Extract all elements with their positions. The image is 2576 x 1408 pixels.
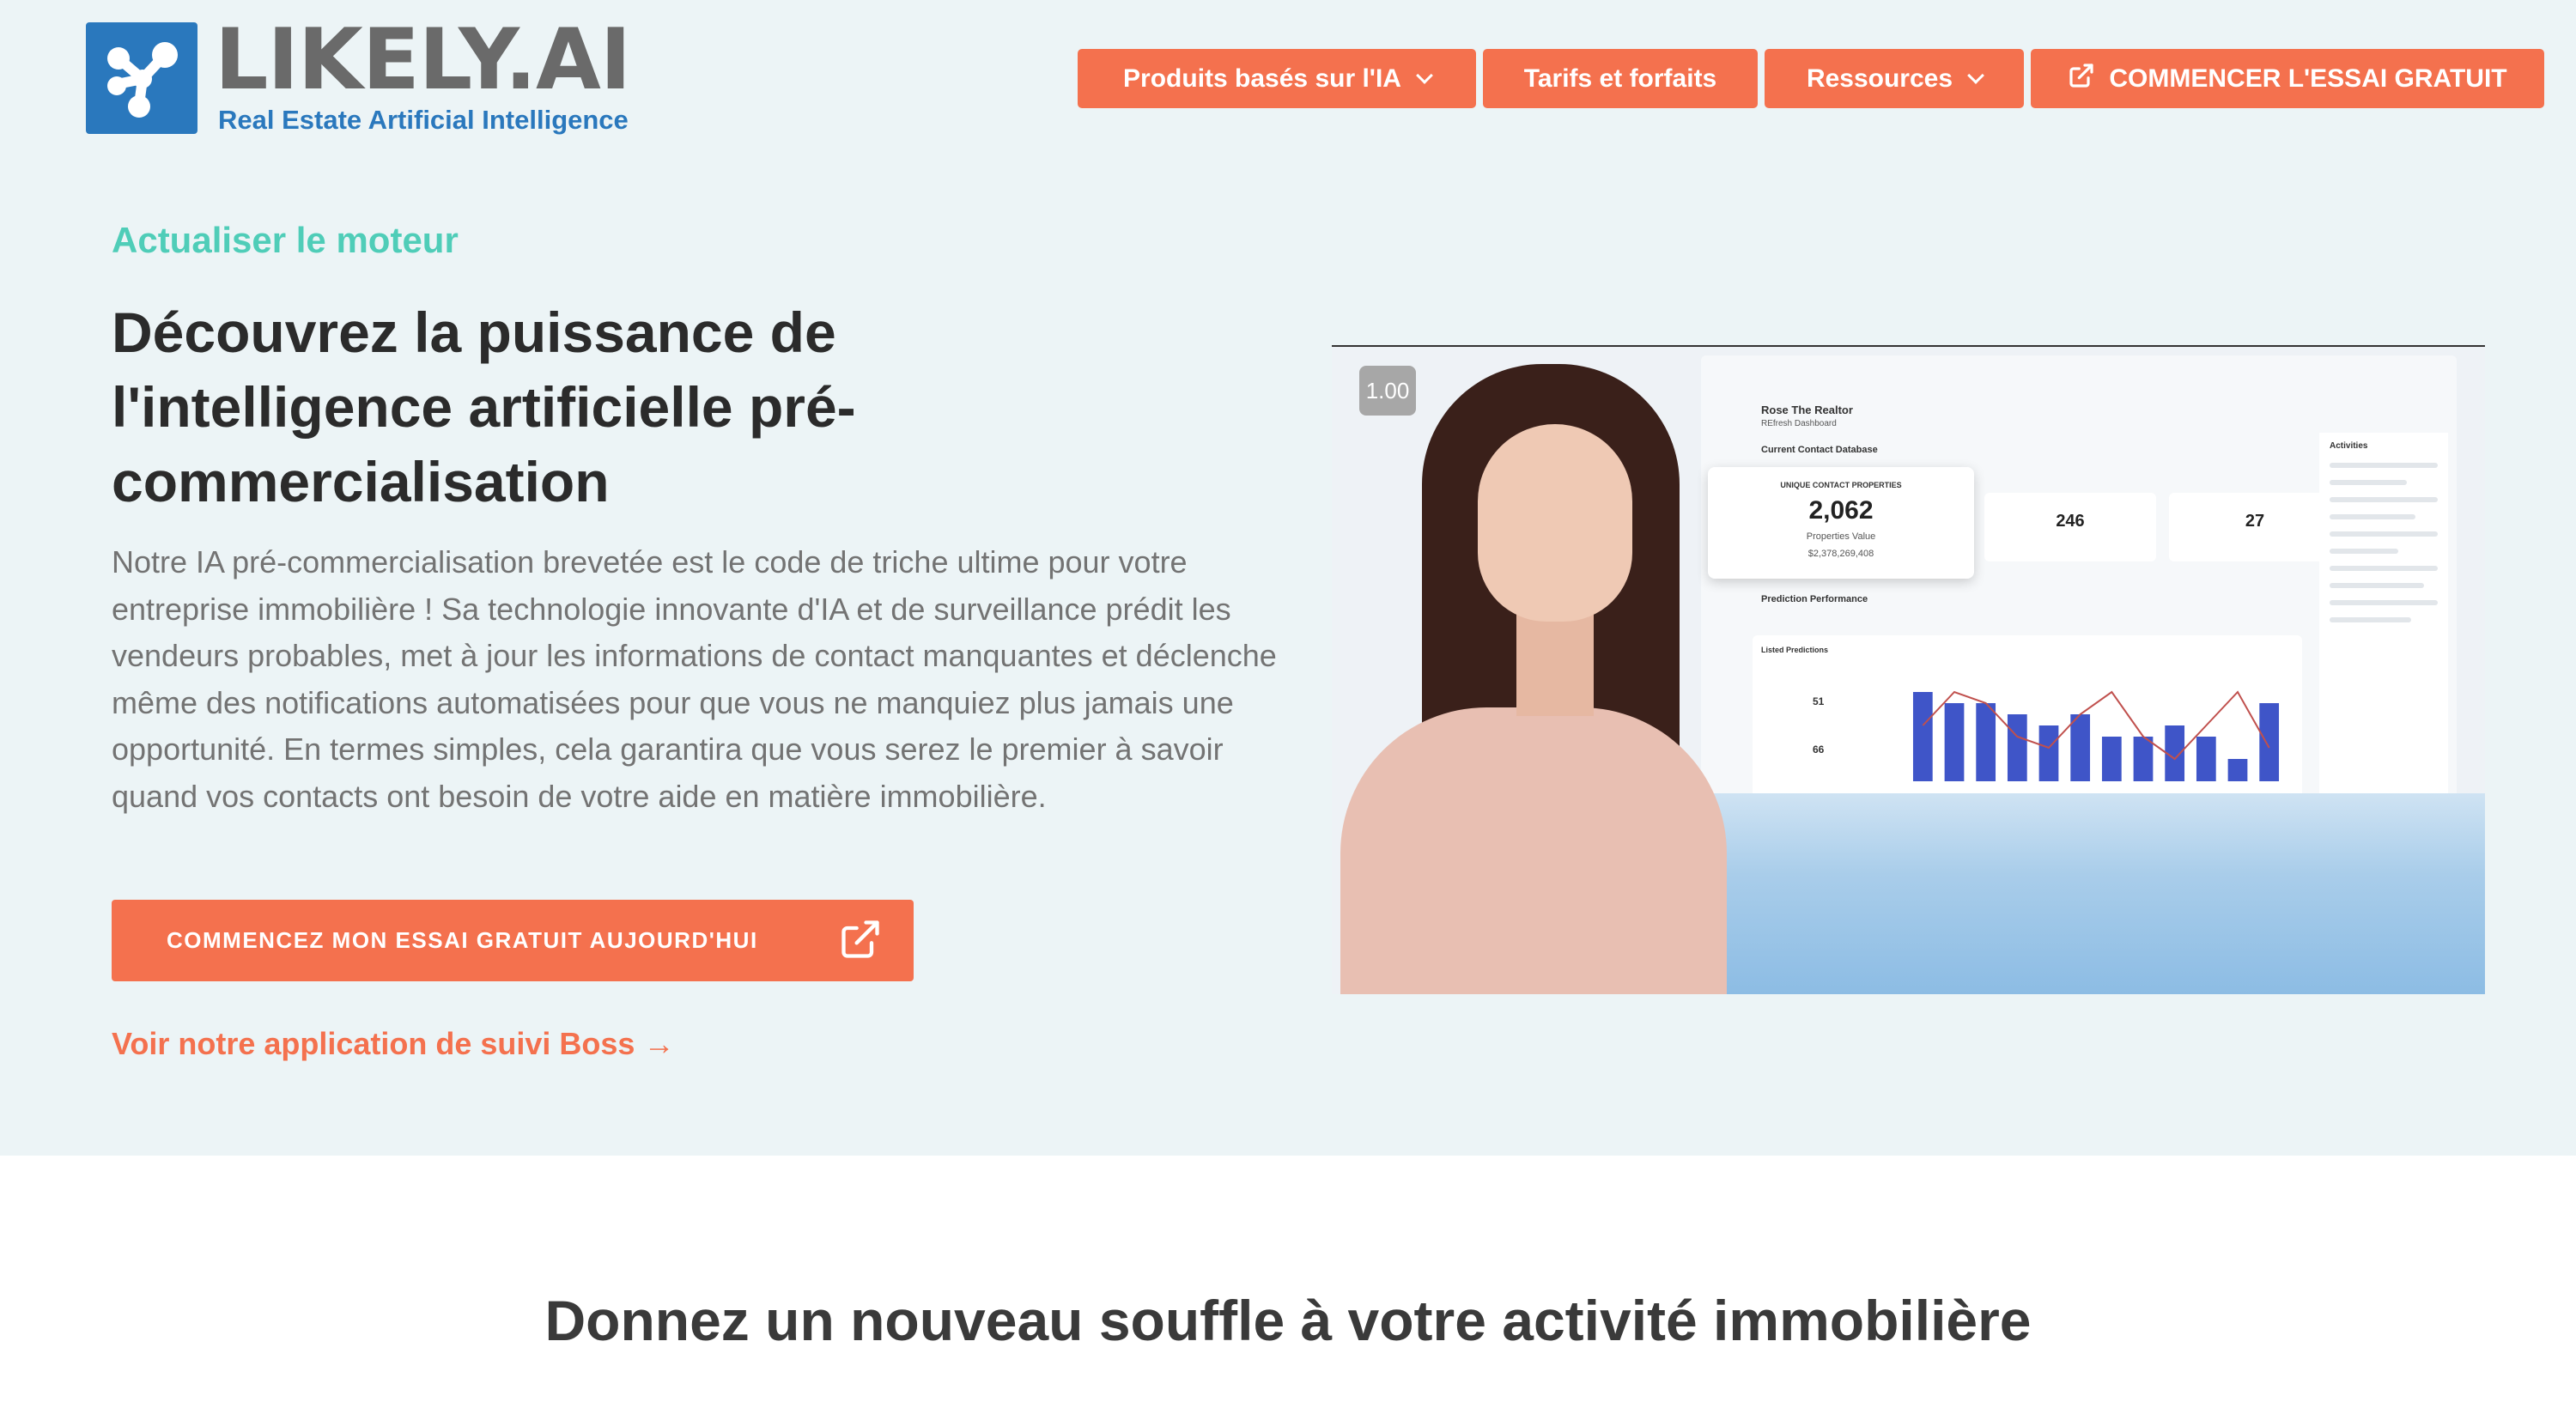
activity-line: [2330, 463, 2438, 468]
start-free-trial-button[interactable]: COMMENCEZ MON ESSAI GRATUIT AUJOURD'HUI: [112, 900, 914, 981]
activity-line: [2330, 583, 2424, 588]
hero-section: LIKELY.AI Real Estate Artificial Intelli…: [0, 0, 2576, 1156]
nav-ai-products-label: Produits basés sur l'IA: [1123, 64, 1401, 93]
nav-resources-label: Ressources: [1806, 64, 1953, 93]
activity-line: [2330, 600, 2438, 605]
listed-predictions-label: Listed Predictions: [1761, 646, 1829, 654]
prediction-performance-label: Prediction Performance: [1761, 594, 1868, 604]
presenter-face: [1478, 424, 1632, 622]
activity-line: [2330, 514, 2415, 519]
chart-bar: [2227, 759, 2248, 781]
molecule-logo-icon: [86, 22, 197, 134]
kpi-sub-label: Properties Value: [1806, 531, 1876, 542]
external-link-icon: [838, 917, 883, 962]
hero-description: Notre IA pré-commercialisation brevetée …: [112, 544, 1277, 814]
chart-bar: [2101, 737, 2122, 781]
start-free-trial-label: COMMENCEZ MON ESSAI GRATUIT AUJOURD'HUI: [167, 927, 758, 953]
chevron-down-icon: [1416, 66, 1433, 84]
prediction-chart: [1912, 690, 2280, 781]
kpi-unique-contacts: UNIQUE CONTACT PROPERTIES 2,062 Properti…: [1708, 467, 1974, 579]
boss-app-link[interactable]: Voir notre application de suivi Boss →: [112, 1026, 674, 1062]
presenter-body: [1340, 707, 1727, 994]
activity-line: [2330, 531, 2438, 537]
activities-title: Activities: [2330, 441, 2368, 451]
main-nav: Produits basés sur l'IA Tarifs et forfai…: [1078, 49, 2544, 108]
brand-logo[interactable]: LIKELY.AI Real Estate Artificial Intelli…: [86, 11, 631, 136]
chart-bar: [2196, 737, 2216, 781]
activity-line: [2330, 480, 2407, 485]
external-link-icon: [2068, 62, 2095, 96]
hero-video[interactable]: Rose The Realtor REfresh Dashboard Curre…: [1332, 345, 2485, 994]
chart-bar: [2070, 714, 2091, 781]
dashboard-subtitle: REfresh Dashboard: [1761, 419, 1837, 428]
circuit-background: [1701, 793, 2485, 994]
chart-bar: [1976, 703, 1996, 781]
stat-sold: 66: [1813, 743, 1825, 756]
nav-pricing[interactable]: Tarifs et forfaits: [1483, 49, 1758, 108]
brand-tagline: Real Estate Artificial Intelligence: [218, 105, 629, 135]
kpi-label: UNIQUE CONTACT PROPERTIES: [1780, 481, 1902, 489]
activity-line: [2330, 549, 2398, 554]
hero-headline: Découvrez la puissance de l'intelligence…: [112, 300, 856, 513]
activities-panel: Activities: [2319, 433, 2448, 793]
chart-bar: [1912, 692, 1933, 781]
nav-ai-products[interactable]: Produits basés sur l'IA: [1078, 49, 1476, 108]
nav-free-trial-button[interactable]: COMMENCER L'ESSAI GRATUIT: [2031, 49, 2544, 108]
activity-line: [2330, 566, 2438, 571]
chevron-down-icon: [1967, 66, 1984, 84]
kpi-predictions: 246: [1984, 493, 2156, 561]
playback-speed-badge[interactable]: 1.00: [1359, 366, 1416, 416]
chart-bar: [2007, 714, 2027, 781]
kpi-value: 2,062: [1808, 496, 1874, 525]
kpi-value: 27: [2245, 512, 2265, 531]
nav-free-trial-label: COMMENCER L'ESSAI GRATUIT: [2109, 64, 2507, 93]
nav-pricing-label: Tarifs et forfaits: [1523, 64, 1717, 93]
dashboard-preview: Rose The Realtor REfresh Dashboard Curre…: [1701, 355, 2457, 807]
section-title: Donnez un nouveau souffle à votre activi…: [544, 1289, 2032, 1352]
chart-bar: [2038, 725, 2059, 781]
chart-line: [1922, 690, 2270, 761]
chart-bar: [1944, 703, 1965, 781]
hero-eyebrow: Actualiser le moteur: [112, 220, 459, 260]
stat-listed: 51: [1813, 695, 1825, 707]
activity-line: [2330, 497, 2438, 502]
kpi-sub-value: $2,378,269,408: [1807, 549, 1874, 559]
prediction-chart-panel: Listed Predictions 51 66: [1753, 635, 2302, 807]
chart-bar: [2259, 703, 2280, 781]
brand-name: LIKELY.AI: [215, 11, 631, 109]
activity-line: [2330, 617, 2411, 622]
dashboard-section: Current Contact Database: [1761, 445, 1878, 455]
kpi-on-market: 27: [2169, 493, 2341, 561]
nav-resources[interactable]: Ressources: [1765, 49, 2024, 108]
chart-bar: [2133, 737, 2154, 781]
dashboard-title: Rose The Realtor: [1761, 404, 1853, 416]
kpi-value: 246: [2056, 512, 2085, 531]
